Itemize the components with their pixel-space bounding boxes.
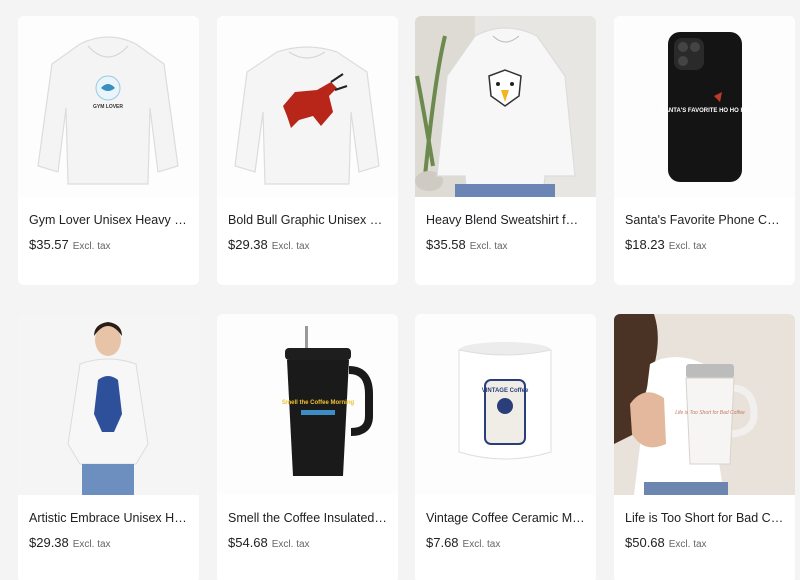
tumbler-model-icon[interactable]: Life is Too Short for Bad Coffee (614, 314, 795, 495)
product-title[interactable]: Santa's Favorite Phone Case Tough (625, 212, 784, 228)
tax-label: Excl. tax (72, 539, 111, 550)
product-title[interactable]: Bold Bull Graphic Unisex Crewneck Sweats… (228, 212, 387, 228)
product-price: $7.68 (426, 535, 459, 550)
print-text: VINTAGE Coffee (482, 388, 529, 394)
product-title[interactable]: Heavy Blend Sweatshirt for Outdoor Lover… (426, 212, 585, 228)
ceramic-mug-icon[interactable]: VINTAGE Coffee (415, 314, 596, 495)
product-price: $50.68 (625, 535, 665, 550)
product-price: $54.68 (228, 535, 268, 550)
product-price: $35.58 (426, 237, 466, 252)
product-title[interactable]: Smell the Coffee Insulated Travel Mug (228, 510, 387, 526)
sweatshirt-bull-icon[interactable] (217, 16, 398, 197)
print-text: Smell the Coffee Morning (282, 400, 355, 406)
tax-label: Excl. tax (668, 539, 707, 550)
product-title[interactable]: Life is Too Short for Bad Coffee Tumbler (625, 510, 784, 526)
phone-case-icon[interactable]: SANTA'S FAVORITE HO HO HO (614, 16, 795, 197)
product-card[interactable]: GYM LOVER Gym Lover Unisex Heavy Blend H… (18, 16, 199, 285)
product-card[interactable]: Artistic Embrace Unisex Heavy Blend Swea… (18, 314, 199, 580)
tax-label: Excl. tax (271, 241, 310, 252)
product-card[interactable]: Bold Bull Graphic Unisex Crewneck Sweats… (217, 16, 398, 285)
hoodie-gym-lover-icon[interactable]: GYM LOVER (18, 16, 199, 197)
tax-label: Excl. tax (72, 241, 111, 252)
product-card[interactable]: Heavy Blend Sweatshirt for Outdoor Lover… (415, 16, 596, 285)
product-title[interactable]: Artistic Embrace Unisex Heavy Blend Swea… (29, 510, 188, 526)
tax-label: Excl. tax (668, 241, 707, 252)
tax-label: Excl. tax (469, 241, 508, 252)
product-card[interactable]: Smell the Coffee Morning Smell the Coffe… (217, 314, 398, 580)
tax-label: Excl. tax (271, 539, 310, 550)
hoodie-eagle-model-icon[interactable] (415, 16, 596, 197)
product-price: $18.23 (625, 237, 665, 252)
product-price: $35.57 (29, 237, 69, 252)
sweatshirt-model-icon[interactable] (18, 314, 199, 495)
product-price: $29.38 (29, 535, 69, 550)
product-title[interactable]: Gym Lover Unisex Heavy Blend Hoodie (29, 212, 188, 228)
product-card[interactable]: VINTAGE Coffee Vintage Coffee Ceramic Mu… (415, 314, 596, 580)
print-text: Life is Too Short for Bad Coffee (675, 410, 745, 416)
product-title[interactable]: Vintage Coffee Ceramic Mug (426, 510, 585, 526)
travel-tumbler-icon[interactable]: Smell the Coffee Morning (217, 314, 398, 495)
print-text: SANTA'S FAVORITE HO HO HO (661, 108, 750, 114)
tax-label: Excl. tax (462, 539, 501, 550)
product-grid: GYM LOVER Gym Lover Unisex Heavy Blend H… (18, 16, 800, 580)
print-text: GYM LOVER (93, 104, 123, 110)
product-price: $29.38 (228, 237, 268, 252)
product-card[interactable]: SANTA'S FAVORITE HO HO HO Santa's Favori… (614, 16, 795, 285)
product-card[interactable]: Life is Too Short for Bad Coffee Life is… (614, 314, 795, 580)
